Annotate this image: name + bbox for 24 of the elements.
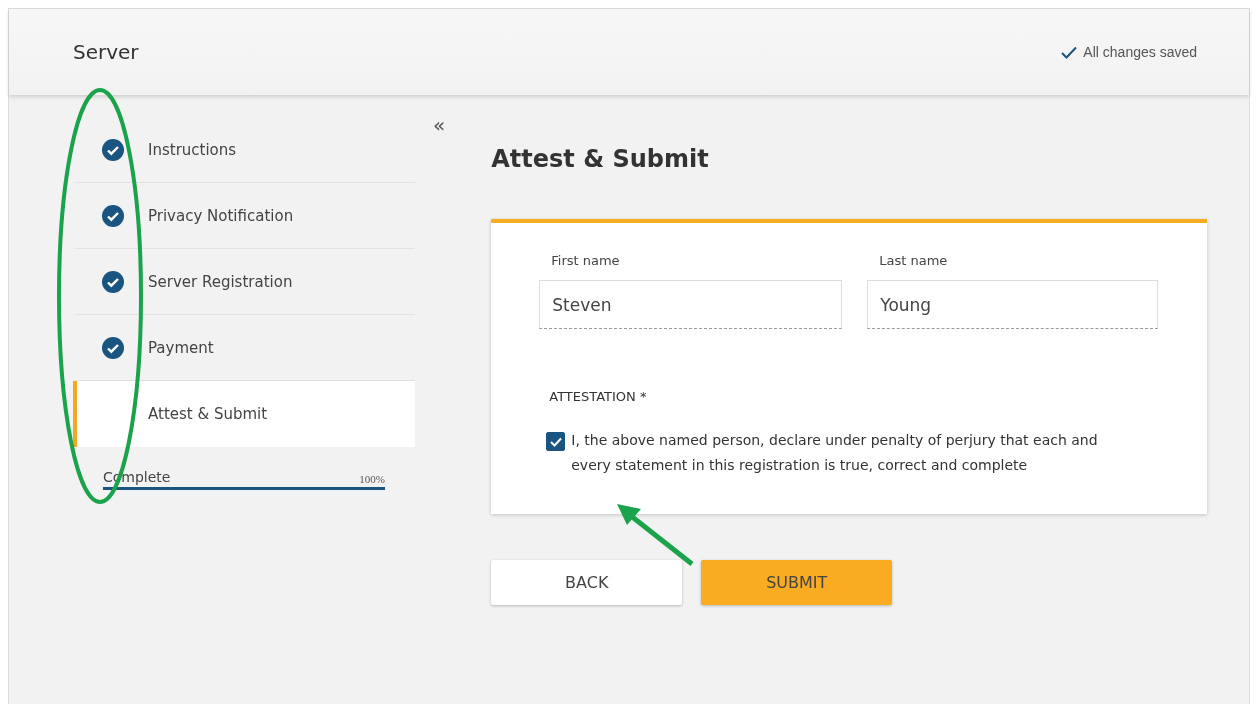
field-label: Last name	[879, 253, 949, 268]
attestation-heading: ATTESTATION *	[549, 389, 648, 404]
collapse-button[interactable]: «	[433, 113, 446, 137]
step-item[interactable]: Privacy Notification	[73, 183, 415, 249]
step-item[interactable]: Instructions	[73, 117, 415, 183]
checkbox[interactable]	[546, 432, 566, 451]
submit-button[interactable]: SUBMIT	[701, 560, 893, 605]
step-item[interactable]: Server Registration	[73, 249, 415, 315]
check-icon	[549, 436, 562, 447]
check-circle-icon	[101, 336, 124, 359]
save-status: All changes saved	[1083, 44, 1197, 60]
check-icon	[1061, 45, 1078, 59]
text-field[interactable]: Steven	[539, 280, 843, 329]
attestation-statement: I, the above named person, declare under penalty of perjury that each and every statement in this registration is true, correct and complete	[571, 431, 1099, 475]
page-title: Server	[73, 40, 139, 64]
check-circle-icon	[101, 204, 124, 227]
text-field[interactable]: Young	[867, 280, 1159, 329]
section-title: Attest & Submit	[491, 145, 710, 173]
step-item[interactable]: Attest & Submit	[73, 381, 415, 447]
check-circle-icon	[101, 270, 124, 293]
check-circle-icon	[101, 138, 124, 161]
back-button[interactable]: BACK	[491, 560, 683, 605]
progress-reading: 100%	[359, 473, 385, 485]
field-label: First name	[551, 253, 621, 268]
